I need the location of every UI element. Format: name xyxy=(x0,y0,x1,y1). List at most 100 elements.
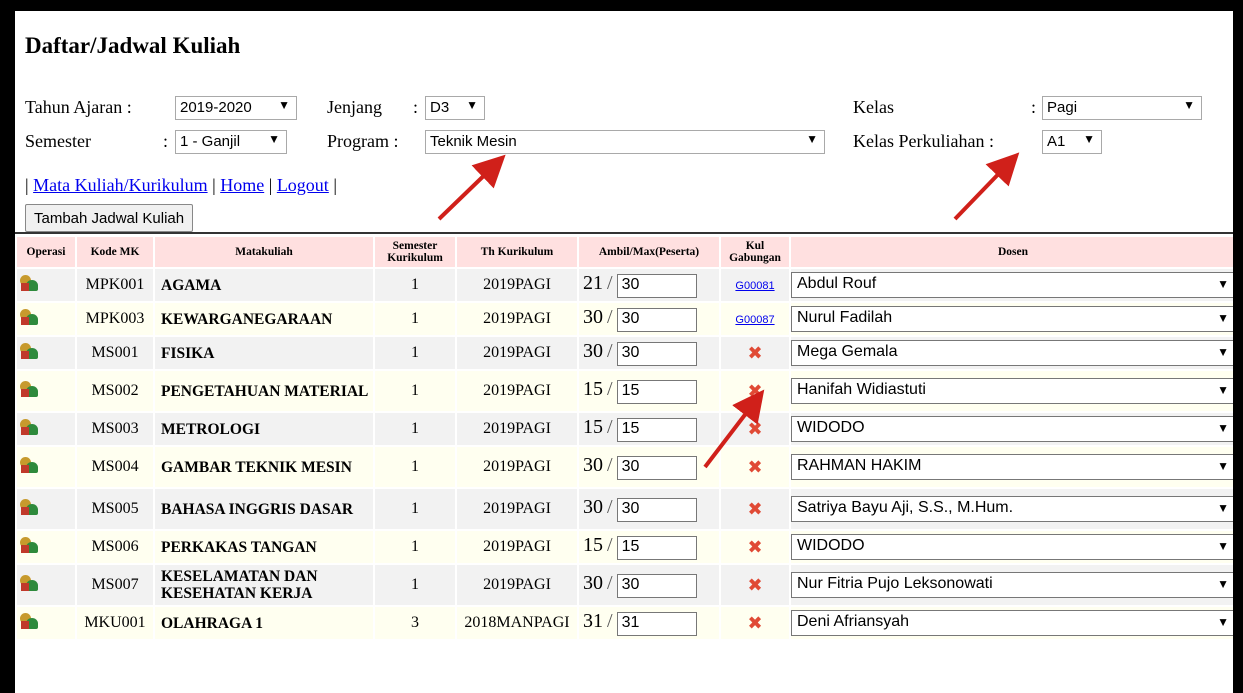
users-edit-icon[interactable] xyxy=(20,418,38,435)
kelas-select[interactable]: Pagi ▼ xyxy=(1042,96,1202,120)
col-semester-line1: Semester xyxy=(392,240,438,252)
cross-icon[interactable]: ✖ xyxy=(747,381,762,402)
users-edit-icon[interactable] xyxy=(20,536,38,553)
dosen-select[interactable]: Satriya Bayu Aji, S.S., M.Hum. ▼ xyxy=(791,496,1233,522)
chevron-down-icon: ▼ xyxy=(1217,421,1229,435)
users-edit-icon[interactable] xyxy=(20,308,38,325)
kul-gabungan-cell: G00087 xyxy=(721,303,789,335)
cross-icon[interactable]: ✖ xyxy=(747,613,762,634)
tahun-ajaran-select[interactable]: 2019-2020 ▼ xyxy=(175,96,297,120)
jenjang-colon: : xyxy=(413,97,419,117)
dosen-select[interactable]: RAHMAN HAKIM ▼ xyxy=(791,454,1233,480)
kelas-perkuliahan-select[interactable]: A1 ▼ xyxy=(1042,130,1102,154)
max-input[interactable]: 15 xyxy=(616,535,697,560)
max-input[interactable]: 30 xyxy=(616,497,697,522)
users-edit-icon[interactable] xyxy=(20,456,38,473)
ambil-max-cell: 15 / 15 xyxy=(579,531,719,563)
cross-icon[interactable]: ✖ xyxy=(747,575,762,596)
cross-icon[interactable]: ✖ xyxy=(747,537,762,558)
users-edit-icon[interactable] xyxy=(20,574,38,591)
max-input[interactable]: 30 xyxy=(616,573,697,598)
semester-label: Semester xyxy=(25,131,91,151)
cross-icon[interactable]: ✖ xyxy=(747,419,762,440)
kul-gabungan-link[interactable]: G00081 xyxy=(735,280,774,292)
nav-separator: | xyxy=(25,175,29,195)
cross-icon[interactable]: ✖ xyxy=(747,457,762,478)
max-input[interactable]: 30 xyxy=(616,341,697,366)
ambil-value: 15 xyxy=(583,378,603,401)
dosen-select[interactable]: Deni Afriansyah ▼ xyxy=(791,610,1233,636)
dosen-select[interactable]: WIDODO ▼ xyxy=(791,416,1233,442)
dosen-select[interactable]: WIDODO ▼ xyxy=(791,534,1233,560)
kul-gabungan-cell: ✖ xyxy=(721,531,789,563)
table-row: MS004 GAMBAR TEKNIK MESIN 1 2019PAGI 30 … xyxy=(17,447,1233,487)
max-input[interactable]: 30 xyxy=(616,455,697,480)
dosen-value: Deni Afriansyah xyxy=(797,613,910,630)
col-kul-gabungan: Kul Gabungan xyxy=(721,237,789,267)
max-input[interactable]: 15 xyxy=(616,417,697,442)
jenjang-select[interactable]: D3 ▼ xyxy=(425,96,485,120)
table-header: Operasi Kode MK Matakuliah Semester Kurik… xyxy=(17,237,1233,267)
dosen-cell: Nurul Fadilah ▼ xyxy=(791,303,1233,335)
kode-mk-cell: MS007 xyxy=(77,565,153,605)
col-semester-kurikulum: Semester Kurikulum xyxy=(375,237,455,267)
dosen-cell: Abdul Rouf ▼ xyxy=(791,269,1233,301)
operasi-cell xyxy=(17,531,75,563)
program-select[interactable]: Teknik Mesin ▼ xyxy=(425,130,825,154)
kelas-value: Pagi xyxy=(1047,99,1078,116)
cross-icon[interactable]: ✖ xyxy=(747,343,762,364)
matakuliah-cell: GAMBAR TEKNIK MESIN xyxy=(155,447,373,487)
semester-cell: 1 xyxy=(375,269,455,301)
col-kul-line1: Kul xyxy=(745,240,765,252)
dosen-select[interactable]: Mega Gemala ▼ xyxy=(791,340,1233,366)
ambil-max-cell: 30 / 30 xyxy=(579,303,719,335)
kode-mk-cell: MS002 xyxy=(77,371,153,411)
chevron-down-icon: ▼ xyxy=(1217,577,1229,591)
users-edit-icon[interactable] xyxy=(20,380,38,397)
dosen-select[interactable]: Nur Fitria Pujo Leksonowati ▼ xyxy=(791,572,1233,598)
semester-cell: 1 xyxy=(375,565,455,605)
mata-kuliah-link[interactable]: Mata Kuliah/Kurikulum xyxy=(33,175,207,195)
max-input[interactable]: 30 xyxy=(616,273,697,298)
max-input[interactable]: 31 xyxy=(616,611,697,636)
ambil-max-cell: 31 / 31 xyxy=(579,607,719,639)
table-row: MS006 PERKAKAS TANGAN 1 2019PAGI 15 / 15… xyxy=(17,531,1233,563)
max-input[interactable]: 30 xyxy=(616,307,697,332)
users-edit-icon[interactable] xyxy=(20,342,38,359)
nav-separator: | xyxy=(268,175,273,195)
slash: / xyxy=(607,340,613,363)
semester-colon: : xyxy=(163,131,169,151)
page-frame: Daftar/Jadwal Kuliah Tahun Ajaran : 2019… xyxy=(12,8,1236,693)
slash: / xyxy=(607,610,613,633)
ambil-value: 30 xyxy=(583,496,603,519)
users-edit-icon[interactable] xyxy=(20,498,38,515)
home-link[interactable]: Home xyxy=(220,175,264,195)
logout-link[interactable]: Logout xyxy=(277,175,329,195)
semester-cell: 1 xyxy=(375,447,455,487)
chevron-down-icon: ▼ xyxy=(1217,383,1229,397)
kelas-perkuliahan-label: Kelas Perkuliahan : xyxy=(853,131,994,151)
dosen-cell: Nur Fitria Pujo Leksonowati ▼ xyxy=(791,565,1233,605)
max-input[interactable]: 15 xyxy=(616,379,697,404)
dosen-select[interactable]: Hanifah Widiastuti ▼ xyxy=(791,378,1233,404)
cross-icon[interactable]: ✖ xyxy=(747,499,762,520)
semester-select[interactable]: 1 - Ganjil ▼ xyxy=(175,130,287,154)
dosen-select[interactable]: Nurul Fadilah ▼ xyxy=(791,306,1233,332)
operasi-cell xyxy=(17,413,75,445)
kul-gabungan-cell: ✖ xyxy=(721,607,789,639)
users-edit-icon[interactable] xyxy=(20,274,38,291)
kode-mk-cell: MS005 xyxy=(77,489,153,529)
schedule-table: Operasi Kode MK Matakuliah Semester Kurik… xyxy=(15,235,1233,641)
ambil-value: 31 xyxy=(583,610,603,633)
users-edit-icon[interactable] xyxy=(20,612,38,629)
ambil-value: 15 xyxy=(583,416,603,439)
tambah-jadwal-button[interactable]: Tambah Jadwal Kuliah xyxy=(25,204,194,232)
col-dosen: Dosen xyxy=(791,237,1233,267)
program-value: Teknik Mesin xyxy=(430,133,517,150)
dosen-select[interactable]: Abdul Rouf ▼ xyxy=(791,272,1233,298)
kode-mk-cell: MS003 xyxy=(77,413,153,445)
semester-cell: 1 xyxy=(375,531,455,563)
kul-gabungan-link[interactable]: G00087 xyxy=(735,314,774,326)
th-kurikulum-cell: 2019PAGI xyxy=(457,447,577,487)
operasi-cell xyxy=(17,303,75,335)
